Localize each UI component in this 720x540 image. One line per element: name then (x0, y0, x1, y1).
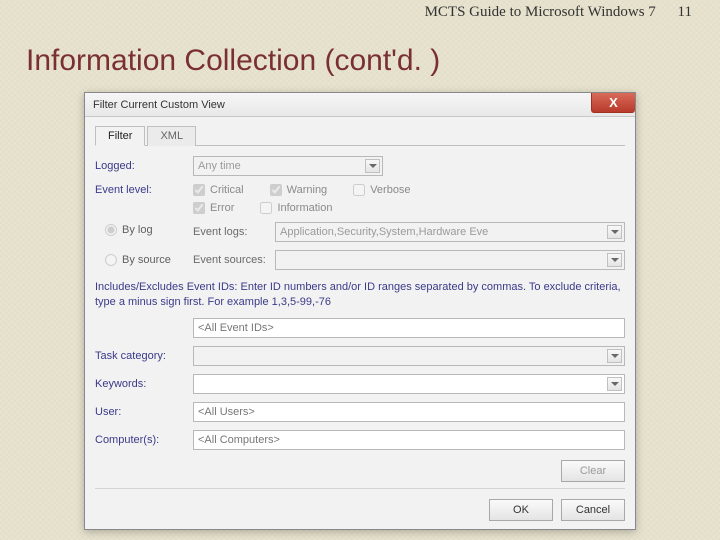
clear-footer: Clear (95, 458, 625, 482)
page-title: Information Collection (cont'd. ) (26, 44, 440, 78)
label-event-level: Event level: (95, 184, 193, 196)
user-input[interactable]: <All Users> (193, 402, 625, 422)
check-information[interactable]: Information (260, 202, 332, 214)
slide-header: MCTS Guide to Microsoft Windows 7 11 (425, 4, 692, 21)
computers-value: <All Computers> (198, 434, 280, 446)
cancel-button[interactable]: Cancel (561, 499, 625, 521)
dialog-title: Filter Current Custom View (93, 99, 225, 111)
chevron-down-icon (607, 253, 622, 267)
check-information-label: Information (277, 202, 332, 214)
user-value: <All Users> (198, 406, 255, 418)
event-logs-combo[interactable]: Application,Security,System,Hardware Eve (275, 222, 625, 242)
chevron-down-icon (607, 349, 622, 363)
dialog-titlebar: Filter Current Custom View X (85, 93, 635, 117)
filter-dialog: Filter Current Custom View X Filter XML … (84, 92, 636, 530)
check-verbose-label: Verbose (370, 184, 410, 196)
book-title: MCTS Guide to Microsoft Windows 7 (425, 4, 656, 20)
label-event-logs: Event logs: (193, 226, 275, 238)
event-ids-placeholder: <All Event IDs> (198, 322, 274, 334)
chevron-down-icon (607, 225, 622, 239)
logged-value: Any time (198, 160, 241, 172)
page-number: 11 (678, 4, 692, 20)
chevron-down-icon (607, 377, 622, 391)
computers-input[interactable]: <All Computers> (193, 430, 625, 450)
tab-filter[interactable]: Filter (95, 126, 145, 146)
event-ids-input[interactable]: <All Event IDs> (193, 318, 625, 338)
check-critical-label: Critical (210, 184, 244, 196)
ok-button[interactable]: OK (489, 499, 553, 521)
dialog-body: Filter XML Logged: Any time Event level:… (85, 117, 635, 531)
tab-xml[interactable]: XML (147, 126, 196, 146)
label-keywords: Keywords: (95, 378, 193, 390)
event-logs-value: Application,Security,System,Hardware Eve (280, 226, 488, 238)
radio-by-source-label: By source (122, 254, 171, 266)
check-error[interactable]: Error (193, 202, 234, 214)
check-critical[interactable]: Critical (193, 184, 244, 196)
radio-by-source[interactable] (105, 254, 117, 266)
close-icon: X (609, 95, 618, 110)
check-warning-label: Warning (287, 184, 328, 196)
label-logged: Logged: (95, 160, 193, 172)
tabstrip: Filter XML (95, 125, 625, 146)
keywords-combo[interactable] (193, 374, 625, 394)
label-task-category: Task category: (95, 350, 193, 362)
event-id-description: Includes/Excludes Event IDs: Enter ID nu… (95, 280, 625, 310)
logged-combo[interactable]: Any time (193, 156, 383, 176)
radio-by-log[interactable] (105, 224, 117, 236)
label-event-sources: Event sources: (193, 254, 275, 266)
clear-button[interactable]: Clear (561, 460, 625, 482)
event-sources-combo[interactable] (275, 250, 625, 270)
check-error-label: Error (210, 202, 234, 214)
radio-by-log-label: By log (122, 224, 153, 236)
label-computers: Computer(s): (95, 434, 193, 446)
dialog-footer: OK Cancel (95, 488, 625, 521)
label-user: User: (95, 406, 193, 418)
close-button[interactable]: X (591, 93, 635, 113)
check-verbose[interactable]: Verbose (353, 184, 410, 196)
check-warning[interactable]: Warning (270, 184, 328, 196)
chevron-down-icon (365, 159, 380, 173)
task-category-combo[interactable] (193, 346, 625, 366)
